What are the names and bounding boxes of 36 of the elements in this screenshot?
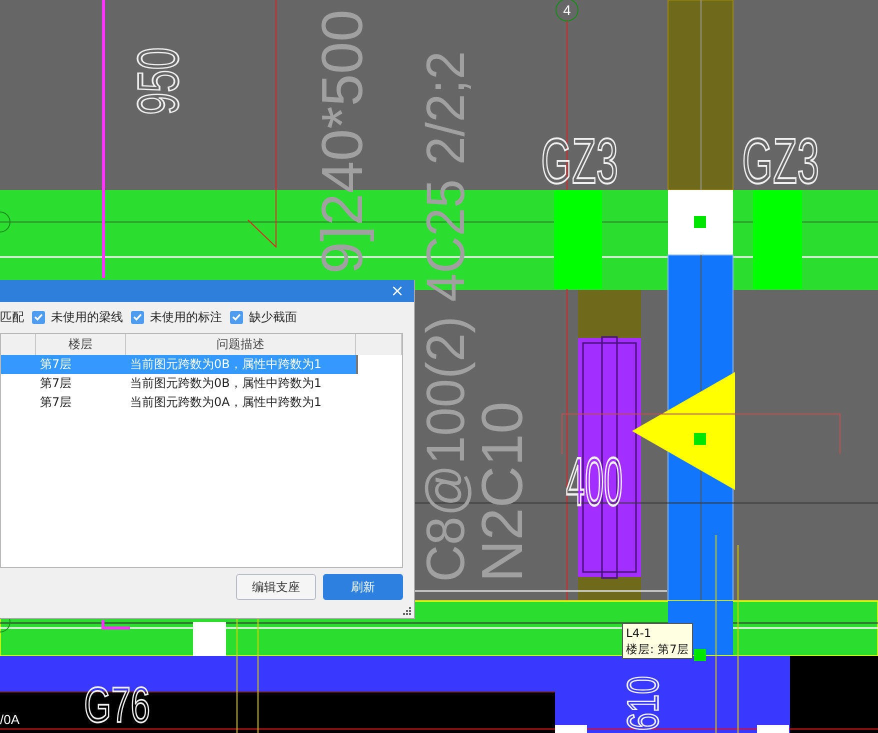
checkbox-label[interactable]: 匹配 — [0, 308, 24, 326]
table-cell-text: 第7层 — [39, 375, 73, 392]
tooltip-text: 楼层: 第7层 — [626, 641, 689, 657]
grip-point[interactable] — [694, 216, 706, 228]
resize-grip-icon[interactable] — [403, 607, 412, 616]
column-block — [555, 725, 587, 733]
refresh-button[interactable]: 刷新 — [323, 574, 403, 600]
checkbox-label[interactable]: 未使用的标注 — [150, 308, 222, 326]
close-button[interactable]: × — [386, 282, 408, 300]
axis-marker: 4 — [556, 0, 578, 22]
tooltip-title: L4-1 — [626, 625, 652, 641]
table-row[interactable]: 第7层 当前图元跨数为0B，属性中跨数为1 — [1, 374, 356, 393]
grip-point[interactable] — [694, 433, 706, 445]
table-cell-text: 当前图元跨数为0B，属性中跨数为1 — [129, 356, 323, 373]
checkbox[interactable] — [32, 310, 45, 324]
checkbox[interactable] — [131, 310, 144, 324]
checkbox-label[interactable]: 未使用的梁线 — [51, 308, 123, 326]
table-cell-text: 第7层 — [39, 394, 73, 411]
table-row[interactable]: 第7层 当前图元跨数为0A，属性中跨数为1 — [1, 393, 356, 412]
drawing-annotation: 610 — [620, 676, 668, 731]
checkbox-label[interactable]: 缺少截面 — [249, 308, 297, 326]
column-block — [757, 725, 789, 733]
grip-point[interactable] — [694, 649, 706, 661]
checkbox[interactable] — [230, 310, 243, 324]
drawing-annotation: 950 — [126, 47, 191, 115]
table-cell-text: 当前图元跨数为0A，属性中跨数为1 — [129, 394, 322, 411]
table-cell-text: 当前图元跨数为0B，属性中跨数为1 — [129, 375, 323, 392]
wall-line — [102, 620, 130, 630]
drawing-annotation: G76 — [84, 678, 150, 733]
edit-button[interactable]: 编辑支座 — [236, 574, 316, 600]
drawing-annotation: GZ3 — [742, 126, 820, 198]
axis-bubble-icon — [0, 212, 10, 232]
column-block — [668, 190, 733, 255]
table-cell-text: 第7层 — [39, 356, 73, 373]
axis-label: /0A — [0, 712, 20, 727]
drawing-annotation: 9]240*500 — [310, 10, 375, 274]
